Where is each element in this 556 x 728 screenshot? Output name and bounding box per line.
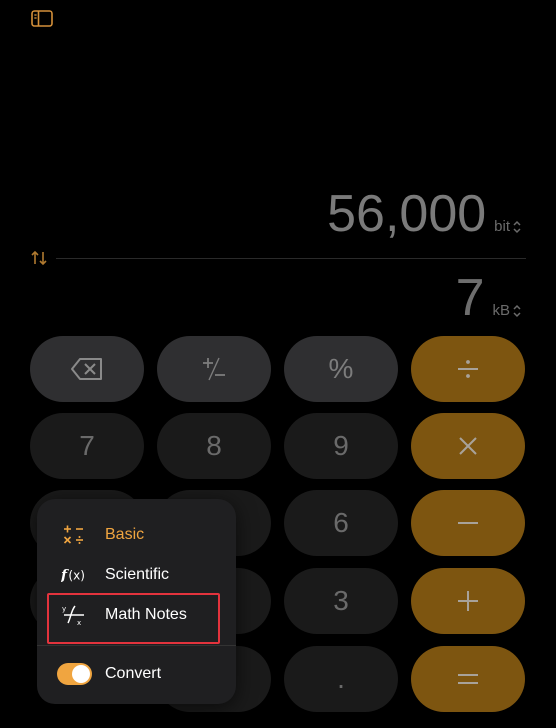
chevron-updown-icon — [513, 220, 521, 233]
menu-item-math-notes[interactable]: y x Math Notes — [37, 597, 236, 633]
menu-item-scientific[interactable]: f (x) Scientific — [37, 557, 236, 593]
math-notes-icon: y x — [61, 602, 87, 628]
digit-3-button[interactable]: 3 — [284, 568, 398, 634]
digit-7-label: 7 — [79, 430, 95, 461]
primary-value: 56,000 — [327, 185, 487, 243]
digit-8-label: 8 — [206, 430, 222, 461]
chevron-updown-icon — [513, 304, 521, 317]
svg-text:y: y — [62, 605, 66, 613]
secondary-unit-label: kB — [492, 302, 510, 319]
plus-minus-icon — [203, 357, 225, 381]
plus-icon — [458, 591, 478, 611]
equals-icon — [458, 674, 478, 684]
divide-icon — [458, 360, 478, 378]
digit-7-button[interactable]: 7 — [30, 413, 144, 479]
menu-item-basic-label: Basic — [105, 526, 145, 543]
percent-label: % — [328, 353, 354, 384]
menu-item-math-notes-label: Math Notes — [105, 606, 187, 623]
convert-toggle-switch[interactable] — [57, 663, 92, 685]
digit-6-label: 6 — [333, 507, 349, 538]
primary-unit-label: bit — [494, 218, 510, 235]
menu-item-scientific-label: Scientific — [105, 566, 170, 583]
convert-toggle-row[interactable]: Convert — [37, 656, 236, 692]
primary-display: 56,000 bit — [327, 188, 522, 240]
backspace-button[interactable] — [30, 336, 144, 402]
digit-8-button[interactable]: 8 — [157, 413, 271, 479]
decimal-label: . — [337, 663, 345, 694]
convert-label: Convert — [105, 665, 162, 682]
equals-button[interactable] — [411, 646, 525, 712]
digit-3-label: 3 — [333, 585, 349, 616]
toggle-knob — [72, 665, 90, 683]
calculator-mode-menu: Basic f (x) Scientific y x Math Notes Co… — [37, 499, 236, 704]
divide-button[interactable] — [411, 336, 525, 402]
digit-9-label: 9 — [333, 430, 349, 461]
digit-6-button[interactable]: 6 — [284, 490, 398, 556]
decimal-button[interactable]: . — [284, 646, 398, 712]
digit-9-button[interactable]: 9 — [284, 413, 398, 479]
swap-units-icon[interactable] — [30, 249, 48, 267]
svg-text:(x): (x) — [68, 569, 85, 583]
sidebar-toggle-icon[interactable] — [31, 10, 53, 28]
secondary-unit-selector[interactable]: kB — [492, 302, 522, 324]
plus-minus-button[interactable] — [157, 336, 271, 402]
menu-separator — [37, 645, 236, 646]
backspace-icon — [71, 358, 102, 380]
add-button[interactable] — [411, 568, 525, 634]
secondary-display: 7 kB — [456, 272, 522, 324]
percent-button[interactable]: % — [284, 336, 398, 402]
basic-ops-icon — [61, 522, 87, 548]
svg-text:x: x — [77, 619, 81, 627]
primary-unit-selector[interactable]: bit — [494, 218, 522, 240]
minus-icon — [458, 522, 478, 524]
subtract-button[interactable] — [411, 490, 525, 556]
multiply-icon — [459, 437, 477, 455]
secondary-value: 7 — [455, 269, 485, 327]
function-icon: f (x) — [61, 562, 87, 588]
display-divider — [56, 258, 526, 259]
menu-item-basic[interactable]: Basic — [37, 517, 236, 553]
multiply-button[interactable] — [411, 413, 525, 479]
